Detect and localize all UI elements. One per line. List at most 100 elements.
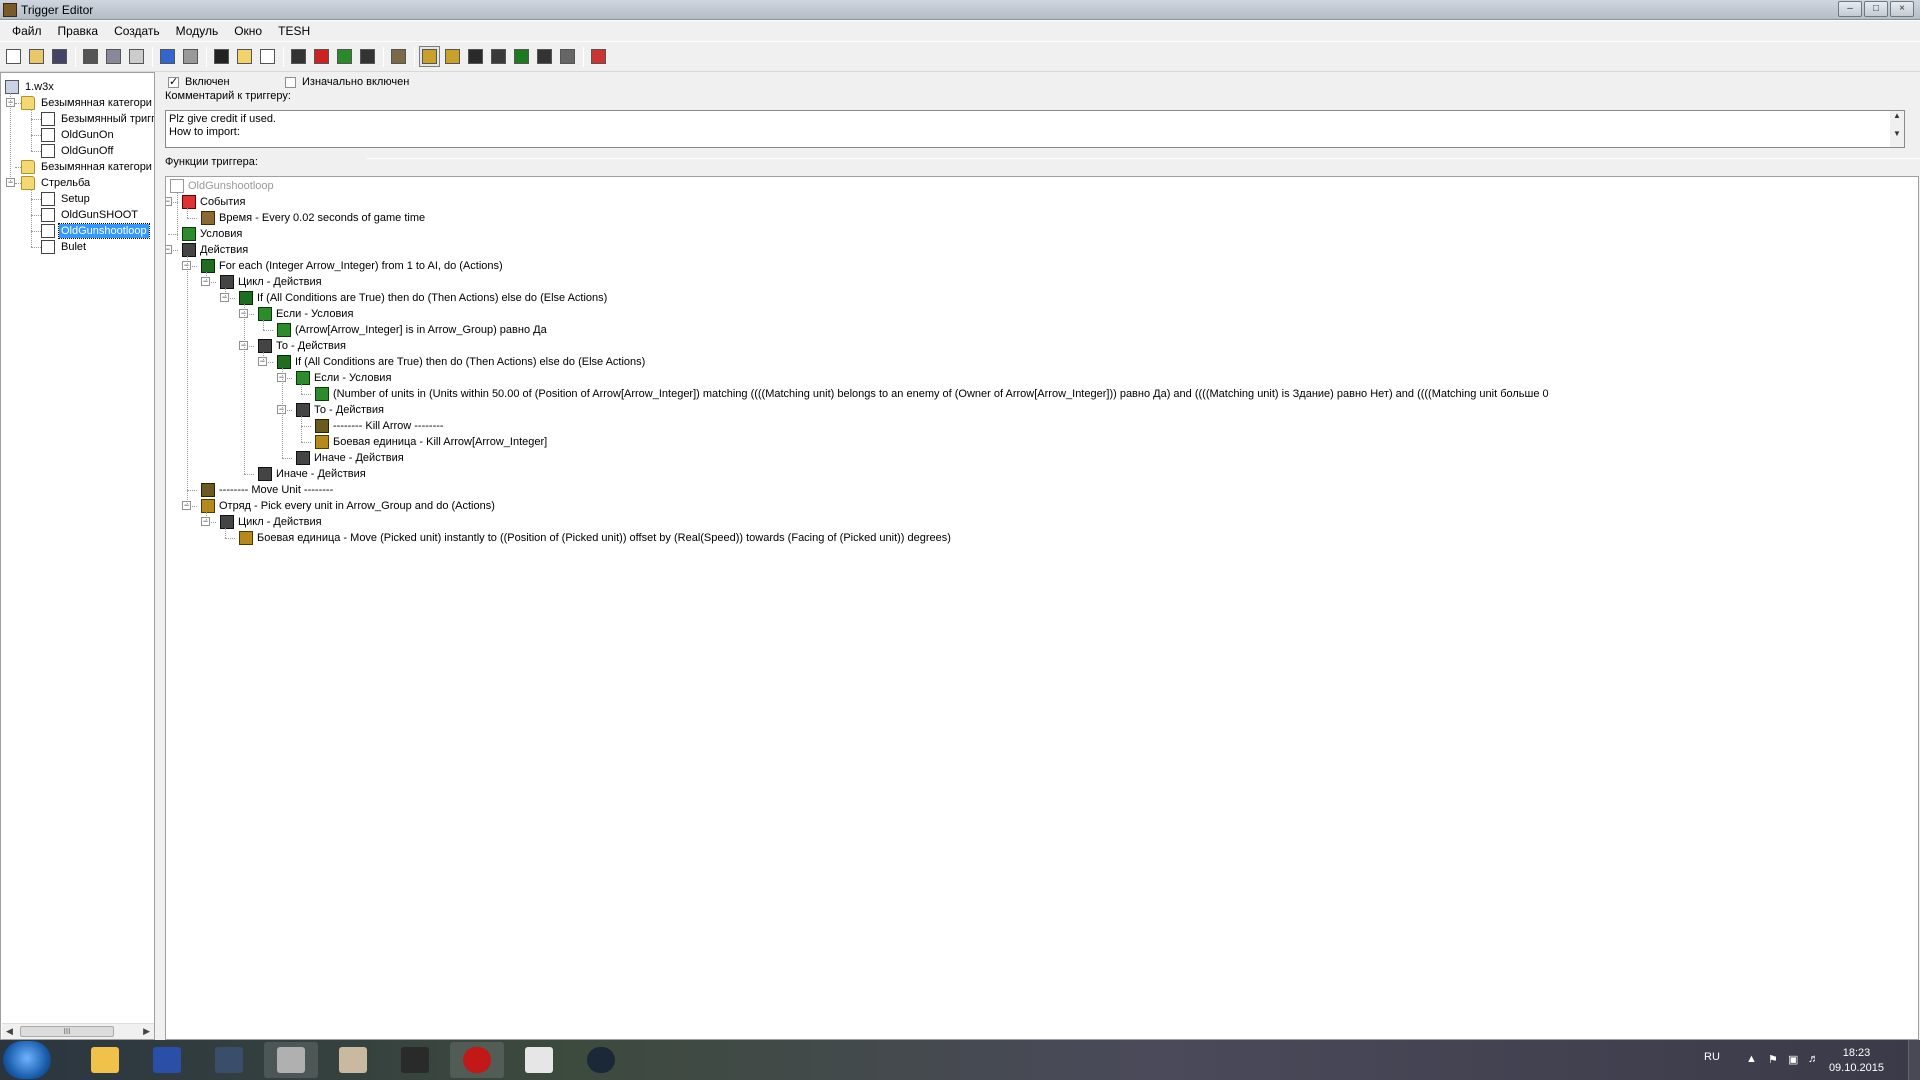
ai-editor-button[interactable] <box>511 46 532 67</box>
tree-trigger[interactable]: OldGunOn <box>41 127 116 143</box>
close-button[interactable]: × <box>1890 1 1914 17</box>
trigger-function-node[interactable]: То - Действия <box>258 338 346 354</box>
action-center-flag-icon[interactable]: ⚑ <box>1768 1053 1780 1066</box>
start-button[interactable] <box>3 1041 51 1079</box>
undo-button[interactable] <box>157 46 178 67</box>
show-hidden-icons-icon[interactable]: ▲ <box>1746 1053 1758 1065</box>
trigger-function-node[interactable]: Иначе - Действия <box>258 466 366 482</box>
trigger-function-node[interactable]: Время - Every 0.02 seconds of game time <box>201 210 425 226</box>
trigger-function-node[interactable]: For each (Integer Arrow_Integer) from 1 … <box>201 258 503 274</box>
language-indicator[interactable]: RU <box>1704 1051 1720 1063</box>
trigger-function-node[interactable]: If (All Conditions are True) then do (Th… <box>239 290 607 306</box>
menu-window[interactable]: Окно <box>226 21 270 41</box>
network-icon[interactable]: ▣ <box>1788 1053 1800 1066</box>
menu-edit[interactable]: Правка <box>50 21 107 41</box>
pane-splitter[interactable] <box>155 72 164 1040</box>
trigger-function-node[interactable]: То - Действия <box>296 402 384 418</box>
trigger-function-node[interactable]: Боевая единица - Move (Picked unit) inst… <box>239 530 951 546</box>
tree-trigger[interactable]: OldGunSHOOT <box>41 207 140 223</box>
paste-button[interactable] <box>126 46 147 67</box>
terrain-editor-button[interactable] <box>388 46 409 67</box>
minimize-button[interactable]: – <box>1838 1 1862 17</box>
object-manager-button[interactable] <box>534 46 555 67</box>
trigger-function-node[interactable]: Цикл - Действия <box>220 514 322 530</box>
save-button[interactable] <box>49 46 70 67</box>
taskbar-app-button[interactable] <box>512 1042 566 1078</box>
trigger-list-tree[interactable]: ◀ III ▶ 1.w3x Безымянная категори − Безымян… <box>0 72 155 1040</box>
new-action-button[interactable] <box>357 46 378 67</box>
new-event-button[interactable] <box>311 46 332 67</box>
new-condition-button[interactable] <box>334 46 355 67</box>
tree-trigger[interactable]: OldGunshootloop <box>41 223 150 239</box>
new-button[interactable] <box>3 46 24 67</box>
trigger-function-node[interactable]: Если - Условия <box>296 370 391 386</box>
tree-root-map[interactable]: 1.w3x <box>5 79 56 95</box>
taskbar-app-button[interactable] <box>140 1042 194 1078</box>
scroll-thumb[interactable]: III <box>20 1026 114 1037</box>
tree-category[interactable]: Безымянная категори <box>21 95 154 111</box>
trigger-function-node[interactable]: Иначе - Действия <box>296 450 404 466</box>
menu-module[interactable]: Модуль <box>168 21 227 41</box>
trigger-function-node[interactable]: Отряд - Pick every unit in Arrow_Group a… <box>201 498 495 514</box>
redo-button[interactable] <box>180 46 201 67</box>
expand-collapse-icon[interactable]: − <box>166 245 172 254</box>
clock[interactable]: 18:23 09.10.2015 <box>1829 1046 1884 1076</box>
tree-trigger[interactable]: Setup <box>41 191 92 207</box>
trigger-function-node[interactable]: -------- Kill Arrow -------- <box>315 418 444 434</box>
scroll-left-icon[interactable]: ◀ <box>6 1026 13 1037</box>
trigger-function-node[interactable]: If (All Conditions are True) then do (Th… <box>277 354 645 370</box>
taskbar-app-button[interactable] <box>388 1042 442 1078</box>
trigger-function-node[interactable]: Если - Условия <box>258 306 353 322</box>
checkbox-box[interactable]: ✓ <box>168 76 179 88</box>
tree-category[interactable]: Безымянная категори <box>21 159 154 175</box>
new-comment-button[interactable] <box>288 46 309 67</box>
open-button[interactable] <box>26 46 47 67</box>
sound-editor-button[interactable] <box>442 46 463 67</box>
campaign-editor-button[interactable] <box>488 46 509 67</box>
import-manager-button[interactable] <box>557 46 578 67</box>
show-desktop-button[interactable] <box>1908 1040 1920 1080</box>
trigger-function-node[interactable]: Боевая единица - Kill Arrow[Arrow_Intege… <box>315 434 547 450</box>
initially-on-checkbox[interactable]: Изначально включен <box>285 76 409 88</box>
trigger-functions-tree[interactable]: OldGunshootloop События − Время - Every 0.0… <box>165 176 1919 1040</box>
maximize-button[interactable]: □ <box>1864 1 1888 17</box>
comment-textarea[interactable]: Plz give credit if used. How to import: … <box>165 110 1905 148</box>
taskbar-app-button[interactable] <box>78 1042 132 1078</box>
menu-tesh[interactable]: TESH <box>270 21 318 41</box>
object-editor-button[interactable] <box>465 46 486 67</box>
taskbar-app-button[interactable] <box>326 1042 380 1078</box>
trigger-function-node[interactable]: (Number of units in (Units within 50.00 … <box>315 386 1549 402</box>
trigger-function-node[interactable]: (Arrow[Arrow_Integer] is in Arrow_Group)… <box>277 322 547 338</box>
new-trigger-button[interactable] <box>257 46 278 67</box>
test-map-button[interactable] <box>588 46 609 67</box>
tree-trigger[interactable]: Bulet <box>41 239 88 255</box>
delete-button[interactable] <box>211 46 232 67</box>
trigger-function-node[interactable]: OldGunshootloop <box>170 178 274 194</box>
checkbox-box[interactable] <box>285 76 296 88</box>
function-node-label: (Number of units in (Units within 50.00 … <box>333 388 1549 400</box>
taskbar-app-button[interactable] <box>574 1042 628 1078</box>
trigger-function-node[interactable]: Условия <box>182 226 242 242</box>
tree-connector <box>301 384 302 394</box>
trigger-function-node[interactable]: -------- Move Unit -------- <box>201 482 333 498</box>
cut-button[interactable] <box>80 46 101 67</box>
taskbar-app-button[interactable] <box>264 1042 318 1078</box>
trigger-function-node[interactable]: Цикл - Действия <box>220 274 322 290</box>
copy-button[interactable] <box>103 46 124 67</box>
enabled-checkbox[interactable]: ✓ Включен <box>168 76 230 88</box>
tree-trigger[interactable]: Безымянный тригг <box>41 111 154 127</box>
tree-trigger[interactable]: OldGunOff <box>41 143 115 159</box>
new-category-button[interactable] <box>234 46 255 67</box>
expand-collapse-icon[interactable]: − <box>166 197 172 206</box>
trigger-function-node[interactable]: События <box>182 194 245 210</box>
trigger-function-node[interactable]: Действия <box>182 242 248 258</box>
scroll-right-icon[interactable]: ▶ <box>143 1026 150 1037</box>
taskbar-app-button[interactable] <box>202 1042 256 1078</box>
menu-create[interactable]: Создать <box>106 21 168 41</box>
comment-scrollbar[interactable]: ▲ ▼ <box>1890 111 1904 147</box>
horizontal-scrollbar[interactable]: ◀ III ▶ <box>2 1023 154 1039</box>
menu-file[interactable]: Файл <box>4 21 50 41</box>
volume-icon[interactable]: ♬ <box>1808 1053 1820 1065</box>
trigger-editor-button[interactable] <box>419 46 440 67</box>
taskbar-app-button[interactable] <box>450 1042 504 1078</box>
